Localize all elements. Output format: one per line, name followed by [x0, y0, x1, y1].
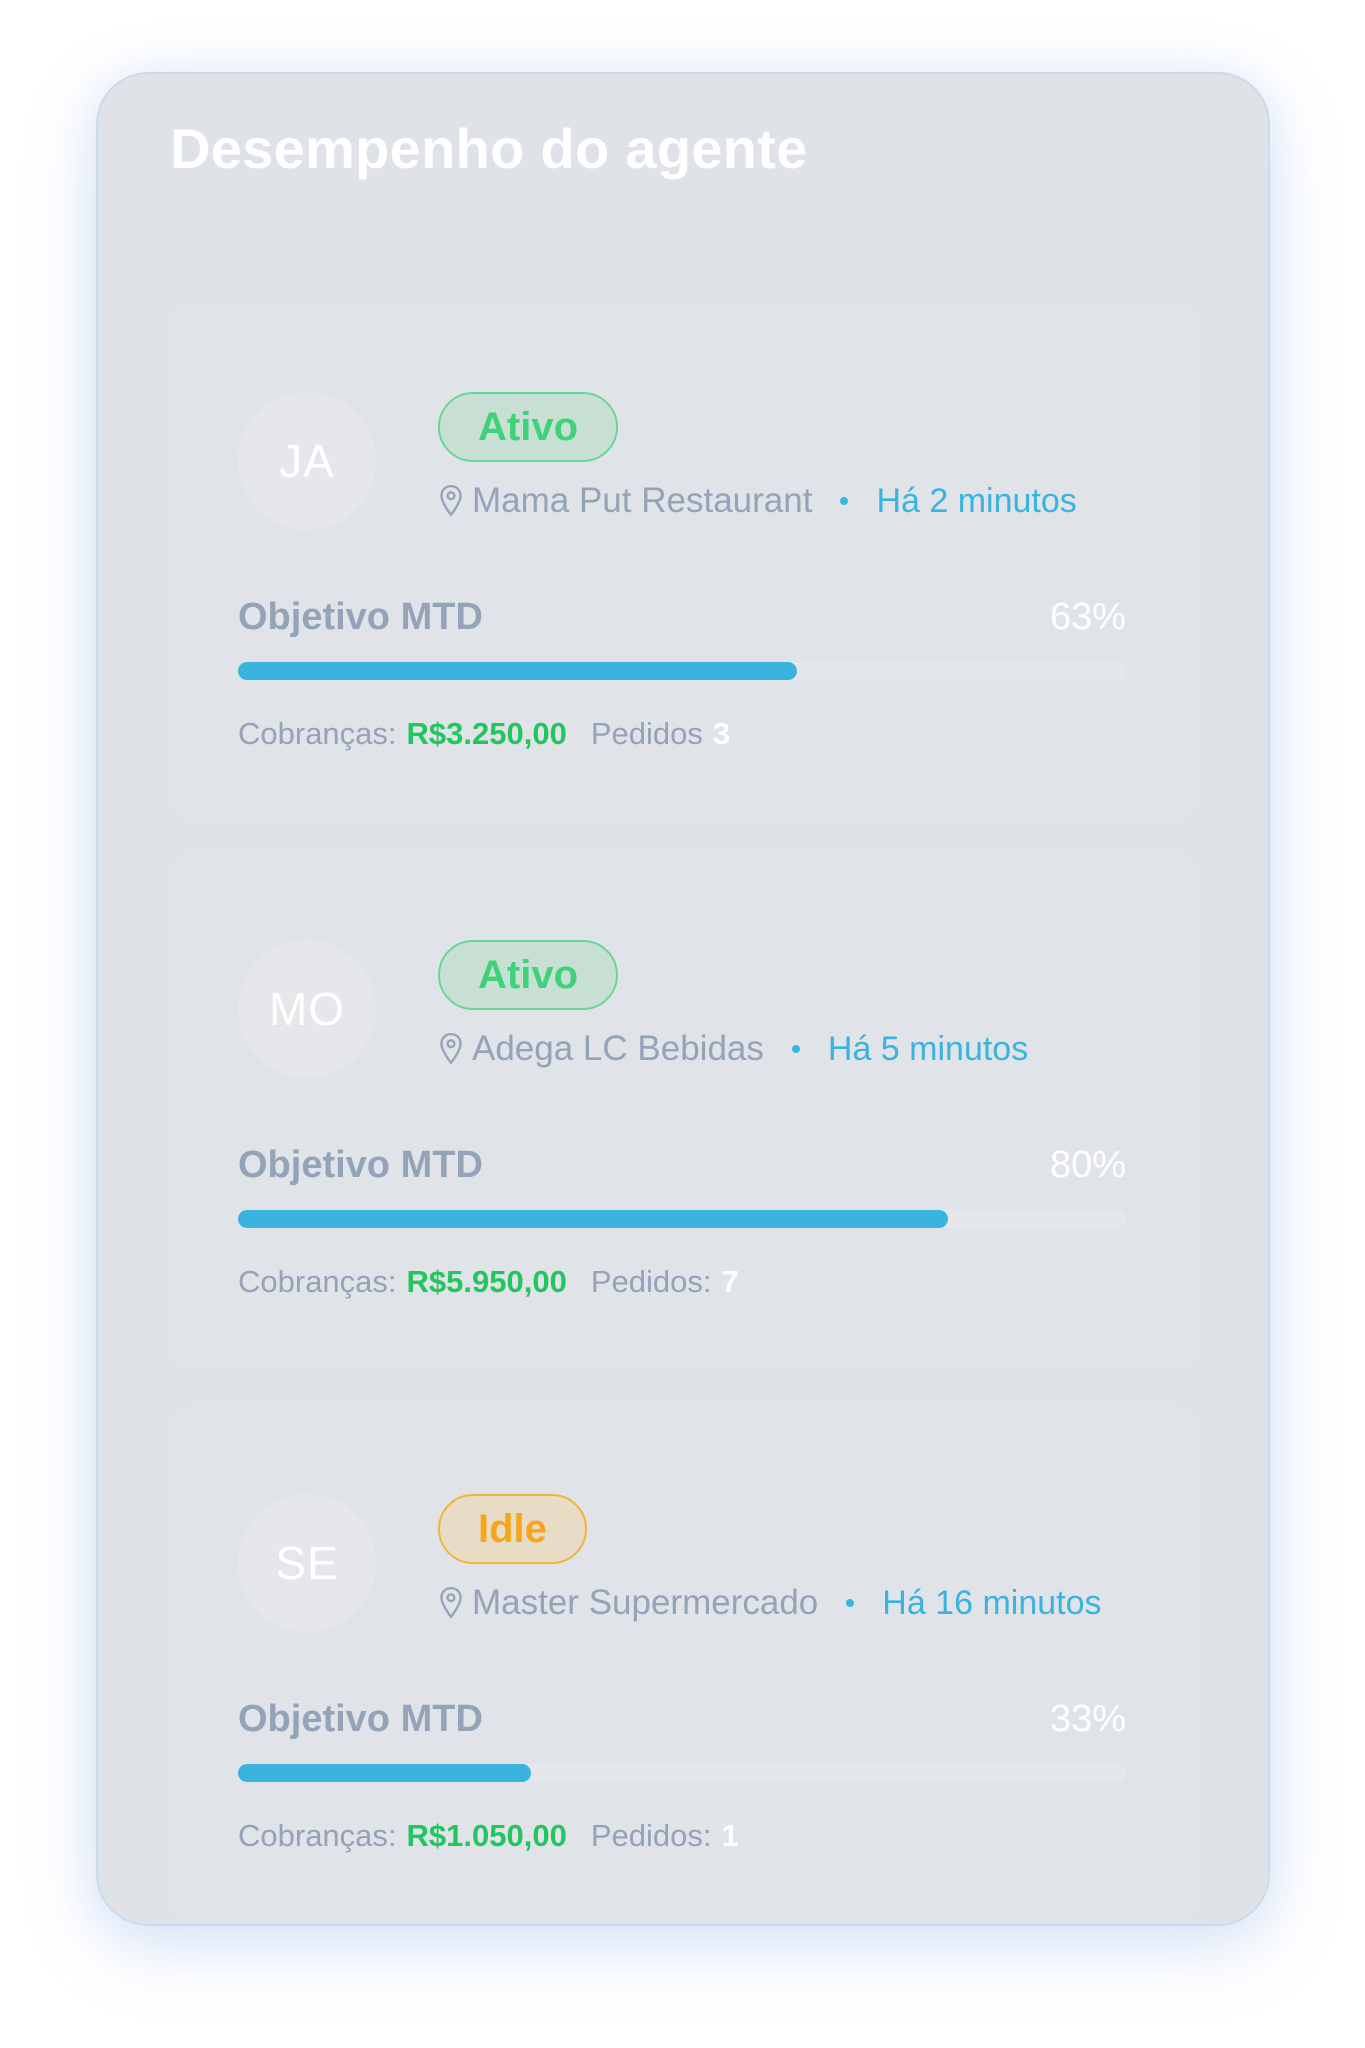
goal-label: Objetivo MTD — [238, 1698, 483, 1740]
goal-label: Objetivo MTD — [238, 596, 483, 638]
last-seen: Há 16 minutos — [882, 1583, 1102, 1622]
separator-dot — [791, 1045, 800, 1053]
agent-meta: Mama Put Restaurant Há 2 minutos — [438, 478, 1077, 524]
goal-progress-fill — [238, 1764, 532, 1782]
charges-value: R$1.050,00 — [406, 1818, 567, 1853]
agent-performance-panel: Desempenho do agente JA Ativo Mama Put R… — [96, 72, 1270, 1926]
last-seen: Há 2 minutos — [876, 481, 1077, 520]
charges-value: R$3.250,00 — [406, 716, 567, 751]
charges-label: Cobranças: — [238, 1264, 397, 1299]
orders-label: Pedidos: — [590, 1818, 712, 1853]
charges-value: R$5.950,00 — [406, 1264, 567, 1299]
goal-progress-bar — [238, 1764, 1126, 1782]
avatar: MO — [238, 940, 376, 1078]
goal-progress-bar — [238, 1210, 1126, 1228]
goal-percent: 63% — [1049, 596, 1126, 638]
agent-stats: Cobranças: R$3.250,00 Pedidos 3 — [238, 716, 730, 752]
goal-percent: 33% — [1049, 1698, 1126, 1740]
status-badge: Ativo — [438, 392, 618, 462]
map-pin-icon — [438, 1586, 464, 1620]
status-badge: Idle — [438, 1494, 587, 1564]
orders-value: 1 — [721, 1818, 739, 1853]
location-name: Mama Put Restaurant — [472, 481, 813, 520]
orders-value: 3 — [712, 716, 731, 751]
agent-card[interactable]: SE Idle Master Supermercado Há 16 minuto… — [168, 1404, 1200, 1924]
goal-percent: 80% — [1049, 1144, 1126, 1186]
avatar: JA — [238, 392, 376, 530]
agent-meta: Adega LC Bebidas Há 5 minutos — [438, 1026, 1028, 1072]
agent-meta: Master Supermercado Há 16 minutos — [438, 1580, 1102, 1626]
separator-dot — [840, 497, 849, 505]
agent-stats: Cobranças: R$1.050,00 Pedidos: 1 — [238, 1818, 739, 1854]
orders-label: Pedidos — [590, 716, 703, 751]
agent-stats: Cobranças: R$5.950,00 Pedidos: 7 — [238, 1264, 739, 1300]
orders-value: 7 — [721, 1264, 739, 1299]
map-pin-icon — [438, 484, 464, 518]
charges-label: Cobranças: — [238, 716, 397, 751]
goal-progress-fill — [238, 1210, 949, 1228]
goal-progress-bar — [238, 662, 1126, 680]
map-pin-icon — [438, 1032, 464, 1066]
avatar: SE — [238, 1494, 376, 1632]
charges-label: Cobranças: — [238, 1818, 397, 1853]
location-name: Adega LC Bebidas — [472, 1029, 764, 1068]
goal-progress-fill — [238, 662, 798, 680]
separator-dot — [846, 1599, 855, 1607]
goal-label: Objetivo MTD — [238, 1144, 483, 1186]
panel-title: Desempenho do agente — [170, 117, 808, 180]
agent-card[interactable]: JA Ativo Mama Put Restaurant Há 2 minuto… — [168, 302, 1200, 822]
status-badge: Ativo — [438, 940, 618, 1010]
agent-card[interactable]: MO Ativo Adega LC Bebidas Há 5 minutos O… — [168, 850, 1200, 1370]
location-name: Master Supermercado — [472, 1583, 819, 1622]
orders-label: Pedidos: — [590, 1264, 712, 1299]
last-seen: Há 5 minutos — [827, 1029, 1029, 1068]
